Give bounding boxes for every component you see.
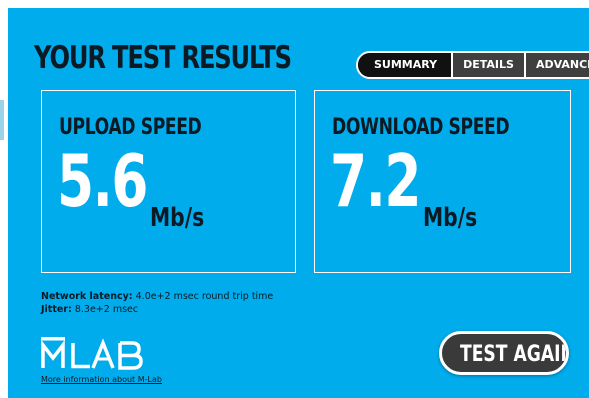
test-again-label: TEST AGAIN xyxy=(460,342,569,367)
jitter-row: Jitter: 8.3e+2 msec xyxy=(41,303,273,316)
download-speed-card: DOWNLOAD SPEED 7.2 Mb/s xyxy=(314,90,571,273)
jitter-value: 8.3e+2 msec xyxy=(74,304,139,315)
view-tabs: SUMMARY DETAILS ADVANCED xyxy=(356,51,589,79)
upload-speed-card: UPLOAD SPEED 5.6 Mb/s xyxy=(41,90,296,273)
mlab-logo xyxy=(41,337,143,370)
network-metrics: Network latency: 4.0e+2 msec round trip … xyxy=(41,290,273,316)
download-speed-value: 7.2 xyxy=(330,139,421,223)
tab-details[interactable]: DETAILS xyxy=(451,53,524,77)
upload-speed-value: 5.6 xyxy=(57,139,148,223)
latency-value: 4.0e+2 msec round trip time xyxy=(135,291,274,302)
latency-label: Network latency: xyxy=(41,291,133,302)
test-again-button[interactable]: TEST AGAIN xyxy=(439,331,569,375)
page-title: YOUR TEST RESULTS xyxy=(34,40,292,76)
tab-advanced[interactable]: ADVANCED xyxy=(523,53,589,77)
latency-row: Network latency: 4.0e+2 msec round trip … xyxy=(41,290,273,303)
download-speed-unit: Mb/s xyxy=(423,203,478,233)
download-speed-label: DOWNLOAD SPEED xyxy=(332,115,510,140)
upload-speed-unit: Mb/s xyxy=(150,203,205,233)
tab-summary[interactable]: SUMMARY xyxy=(358,53,452,77)
page-edge-mark xyxy=(0,100,4,140)
more-info-link[interactable]: More information about M-Lab xyxy=(41,375,162,384)
left-margin xyxy=(0,0,8,398)
jitter-label: Jitter: xyxy=(41,304,72,315)
upload-speed-label: UPLOAD SPEED xyxy=(59,115,202,140)
